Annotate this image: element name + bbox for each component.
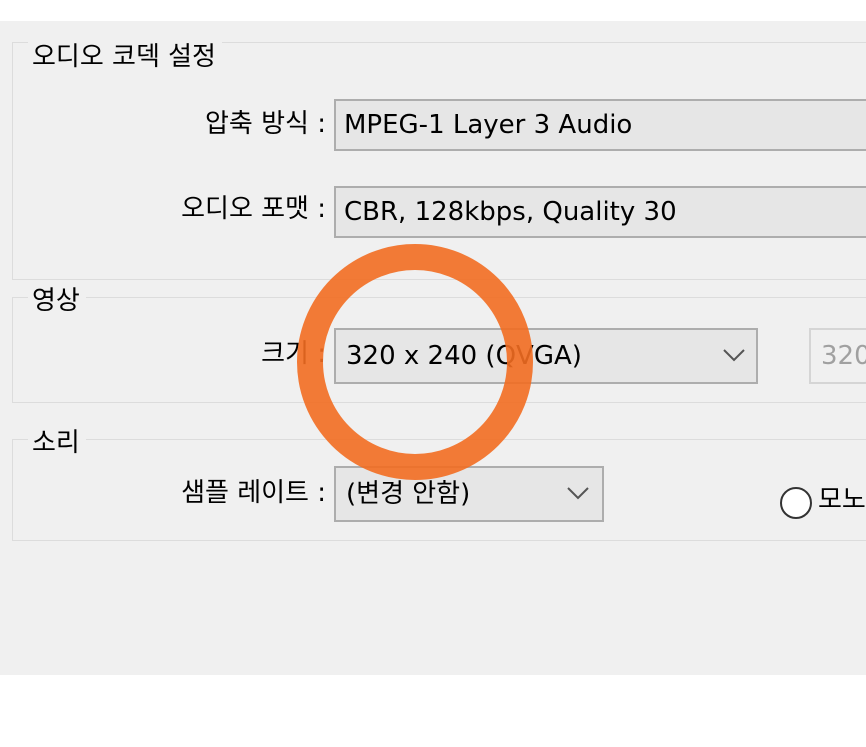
audio-codec-group	[12, 42, 866, 280]
chevron-down-icon	[723, 349, 745, 362]
audio-codec-legend: 오디오 코덱 설정	[28, 40, 222, 74]
sample-rate-value: (변경 안함)	[346, 479, 471, 509]
dialog-panel: 오디오 코덱 설정 압축 방식 : MPEG-1 Layer 3 Audio 오…	[0, 21, 866, 675]
compression-label: 압축 방식 :	[205, 109, 326, 139]
size-select-value: 320 x 240 (QVGA)	[346, 341, 582, 371]
audio-format-field[interactable]: CBR, 128kbps, Quality 30	[334, 186, 866, 238]
sample-rate-label: 샘플 레이트 :	[181, 478, 326, 508]
compression-field[interactable]: MPEG-1 Layer 3 Audio	[334, 99, 866, 151]
size-select[interactable]: 320 x 240 (QVGA)	[334, 328, 758, 384]
size-label: 크기 :	[261, 339, 326, 369]
audio-format-label: 오디오 포맷 :	[181, 194, 326, 224]
sample-rate-select[interactable]: (변경 안함)	[334, 466, 604, 522]
width-field[interactable]: 320	[809, 328, 866, 384]
sound-legend: 소리	[28, 426, 86, 460]
video-legend: 영상	[28, 284, 86, 318]
mono-label[interactable]: 모노	[818, 483, 866, 517]
chevron-down-icon	[567, 487, 589, 500]
mono-radio[interactable]	[780, 487, 812, 519]
